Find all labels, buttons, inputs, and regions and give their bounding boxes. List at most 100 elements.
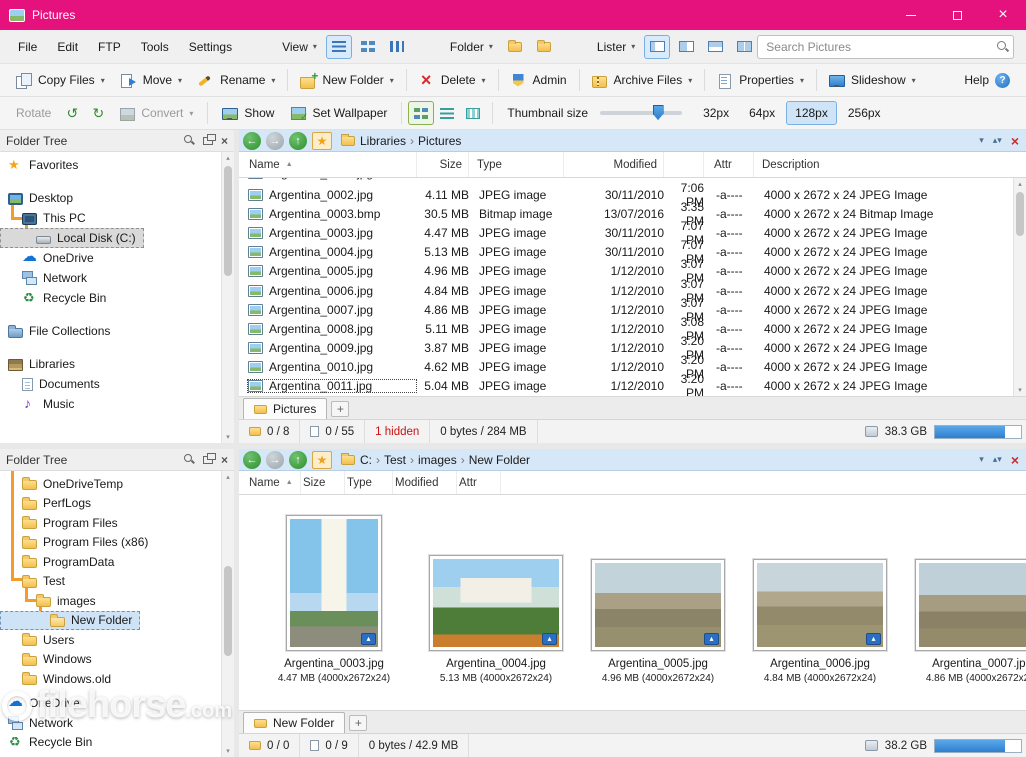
favorites-button[interactable]: ★ — [312, 451, 332, 469]
tree-detach-icon[interactable] — [203, 137, 213, 145]
column-modified[interactable]: Modified — [564, 152, 664, 177]
file-name-cell[interactable]: Argentina_0003.bmp — [247, 207, 417, 221]
path-dropdown-icon[interactable]: ▾ — [979, 454, 984, 465]
scroll-up-icon[interactable]: ▴ — [1014, 180, 1026, 188]
breadcrumb-segment[interactable]: New Folder — [469, 453, 530, 467]
menu-item[interactable]: Settings — [179, 35, 242, 59]
column-attr[interactable]: Attr — [704, 152, 754, 177]
tree-item[interactable]: OneDriveTemp — [0, 474, 131, 494]
thumbnail-size-button[interactable]: 256px — [839, 101, 890, 125]
tree-item[interactable]: Favorites — [0, 155, 86, 175]
toolbar-button[interactable]: Admin ▾ — [503, 69, 575, 92]
lister-tree-button[interactable] — [731, 35, 757, 59]
thumbnail-item[interactable]: ▴ Argentina_0003.jpg 4.47 MB (4000x2672x… — [261, 515, 407, 684]
slider-handle-icon[interactable] — [653, 105, 664, 120]
folder-menu-button[interactable]: Folder▾ — [444, 36, 499, 58]
convert-button[interactable]: Convert ▾ — [111, 102, 201, 125]
breadcrumb-segment[interactable]: images — [418, 453, 457, 467]
file-name-cell[interactable]: Argentina_0006.jpg — [247, 284, 417, 298]
up-button[interactable]: ↑ — [289, 132, 307, 150]
up-button[interactable]: ↑ — [289, 451, 307, 469]
toolbar-button[interactable]: Slideshow ▾ — [821, 69, 924, 92]
search-icon[interactable] — [996, 40, 1009, 53]
thumbnail-item[interactable]: ▴ Argentina_0007.jpg 4.86 MB (4000x2672x… — [909, 559, 1026, 684]
column-attr[interactable]: Attr — [457, 471, 501, 494]
column-modified[interactable]: Modified — [393, 471, 457, 494]
rotate-label[interactable]: Rotate — [8, 106, 59, 120]
filmstrip-mode-button[interactable] — [460, 101, 486, 125]
file-name-cell[interactable]: Argentina_0011.jpg — [247, 379, 417, 393]
scroll-up-icon[interactable]: ▴ — [222, 473, 234, 481]
file-name-cell[interactable]: Argentina_0009.jpg — [247, 341, 417, 355]
folder-new-button[interactable] — [502, 35, 528, 59]
tree-item[interactable]: This PC — [0, 208, 94, 228]
tree-item[interactable]: Local Disk (C:) — [0, 228, 144, 248]
tree-scrollbar[interactable]: ▴ ▾ — [221, 152, 234, 443]
tree-item[interactable]: Program Files — [0, 513, 126, 533]
tree-item[interactable]: Libraries — [0, 354, 83, 374]
column-size[interactable]: Size — [301, 471, 345, 494]
column-type[interactable]: Type — [345, 471, 393, 494]
column-name[interactable]: Name▲ — [247, 152, 417, 177]
column-size[interactable]: Size — [417, 152, 469, 177]
toolbar-button[interactable]: ▾ — [498, 69, 499, 91]
tree-item[interactable]: OneDrive — [0, 694, 88, 714]
toolbar-button[interactable]: ▾ — [816, 69, 817, 91]
folder-tab[interactable]: Pictures — [243, 398, 327, 419]
menu-item[interactable]: Tools — [131, 35, 179, 59]
thumbnail-item[interactable]: ▴ Argentina_0005.jpg 4.96 MB (4000x2672x… — [585, 559, 731, 684]
search-input[interactable] — [766, 40, 996, 54]
file-name-cell[interactable]: Argentina_0002.jpg — [247, 188, 417, 202]
forward-button[interactable]: → — [266, 132, 284, 150]
minimize-button[interactable] — [888, 0, 934, 30]
tree-item[interactable]: Windows — [0, 650, 100, 670]
thumbnail-mode-button[interactable] — [408, 101, 434, 125]
view-details-button[interactable] — [326, 35, 352, 59]
tree-item[interactable]: New Folder — [0, 611, 140, 631]
tree-close-icon[interactable]: × — [221, 136, 228, 146]
tree-item[interactable]: Recycle Bin — [0, 288, 114, 308]
toolbar-button[interactable]: ▾ — [406, 69, 407, 91]
close-lister-icon[interactable]: × — [1011, 454, 1019, 466]
thumbnail-item[interactable]: ▴ Argentina_0006.jpg 4.84 MB (4000x2672x… — [747, 559, 893, 684]
toolbar-button[interactable]: ▾ — [704, 69, 705, 91]
breadcrumb-segment[interactable]: Pictures — [418, 134, 461, 148]
swap-panes-icon[interactable]: ▴▾ — [993, 454, 1002, 465]
lister-dual-vertical-button[interactable] — [673, 35, 699, 59]
tree-item[interactable]: Test — [0, 572, 73, 592]
list-scrollbar[interactable]: ▴ ▾ — [1013, 178, 1026, 396]
file-name-cell[interactable]: Argentina_0003.jpg — [247, 226, 417, 240]
column-name[interactable]: Name▲ — [247, 471, 301, 494]
close-button[interactable]: × — [980, 0, 1026, 30]
tree-item[interactable]: images — [0, 591, 104, 611]
scroll-up-icon[interactable]: ▴ — [222, 154, 234, 162]
tree-item[interactable]: Music — [0, 394, 82, 414]
breadcrumb-segment[interactable]: Libraries — [360, 134, 406, 148]
thumbnail-size-button[interactable]: 64px — [740, 101, 784, 125]
menu-item[interactable]: Edit — [47, 35, 88, 59]
breadcrumb-segment[interactable]: Test — [384, 453, 406, 467]
detail-mode-button[interactable] — [434, 101, 460, 125]
set-wallpaper-button[interactable]: Set Wallpaper — [282, 102, 395, 125]
file-row[interactable]: Argentina_0006.jpg 4.84 MB JPEG image 1/… — [247, 281, 1026, 300]
help-button[interactable]: Help ? — [956, 69, 1018, 92]
file-row[interactable]: Argentina_0004.jpg 5.13 MB JPEG image 30… — [247, 243, 1026, 262]
toolbar-button[interactable]: Rename ▾ — [190, 69, 283, 92]
file-row[interactable]: Argentina_0008.jpg 5.11 MB JPEG image 1/… — [247, 319, 1026, 338]
file-name-cell[interactable]: Argentina_0007.jpg — [247, 303, 417, 317]
tree-item[interactable]: ProgramData — [0, 552, 122, 572]
file-row[interactable]: Argentina_0011.jpg 5.04 MB JPEG image 1/… — [247, 377, 1026, 396]
folder-tab[interactable]: New Folder — [243, 712, 345, 733]
view-menu-button[interactable]: View▾ — [276, 36, 323, 58]
new-tab-button[interactable]: + — [331, 401, 349, 417]
lister-dual-horizontal-button[interactable] — [702, 35, 728, 59]
file-row[interactable]: Argentina_0003.bmp 30.5 MB Bitmap image … — [247, 204, 1026, 223]
file-name-cell[interactable]: Argentina_0004.jpg — [247, 245, 417, 259]
view-thumbnails-button[interactable] — [355, 35, 381, 59]
thumbnail-size-button[interactable]: 32px — [694, 101, 738, 125]
tree-item[interactable]: OneDrive — [0, 248, 102, 268]
thumbnail-size-slider[interactable] — [600, 111, 682, 115]
scroll-down-icon[interactable]: ▾ — [222, 433, 234, 441]
tree-close-icon[interactable]: × — [221, 455, 228, 465]
new-tab-button[interactable]: + — [349, 715, 367, 731]
